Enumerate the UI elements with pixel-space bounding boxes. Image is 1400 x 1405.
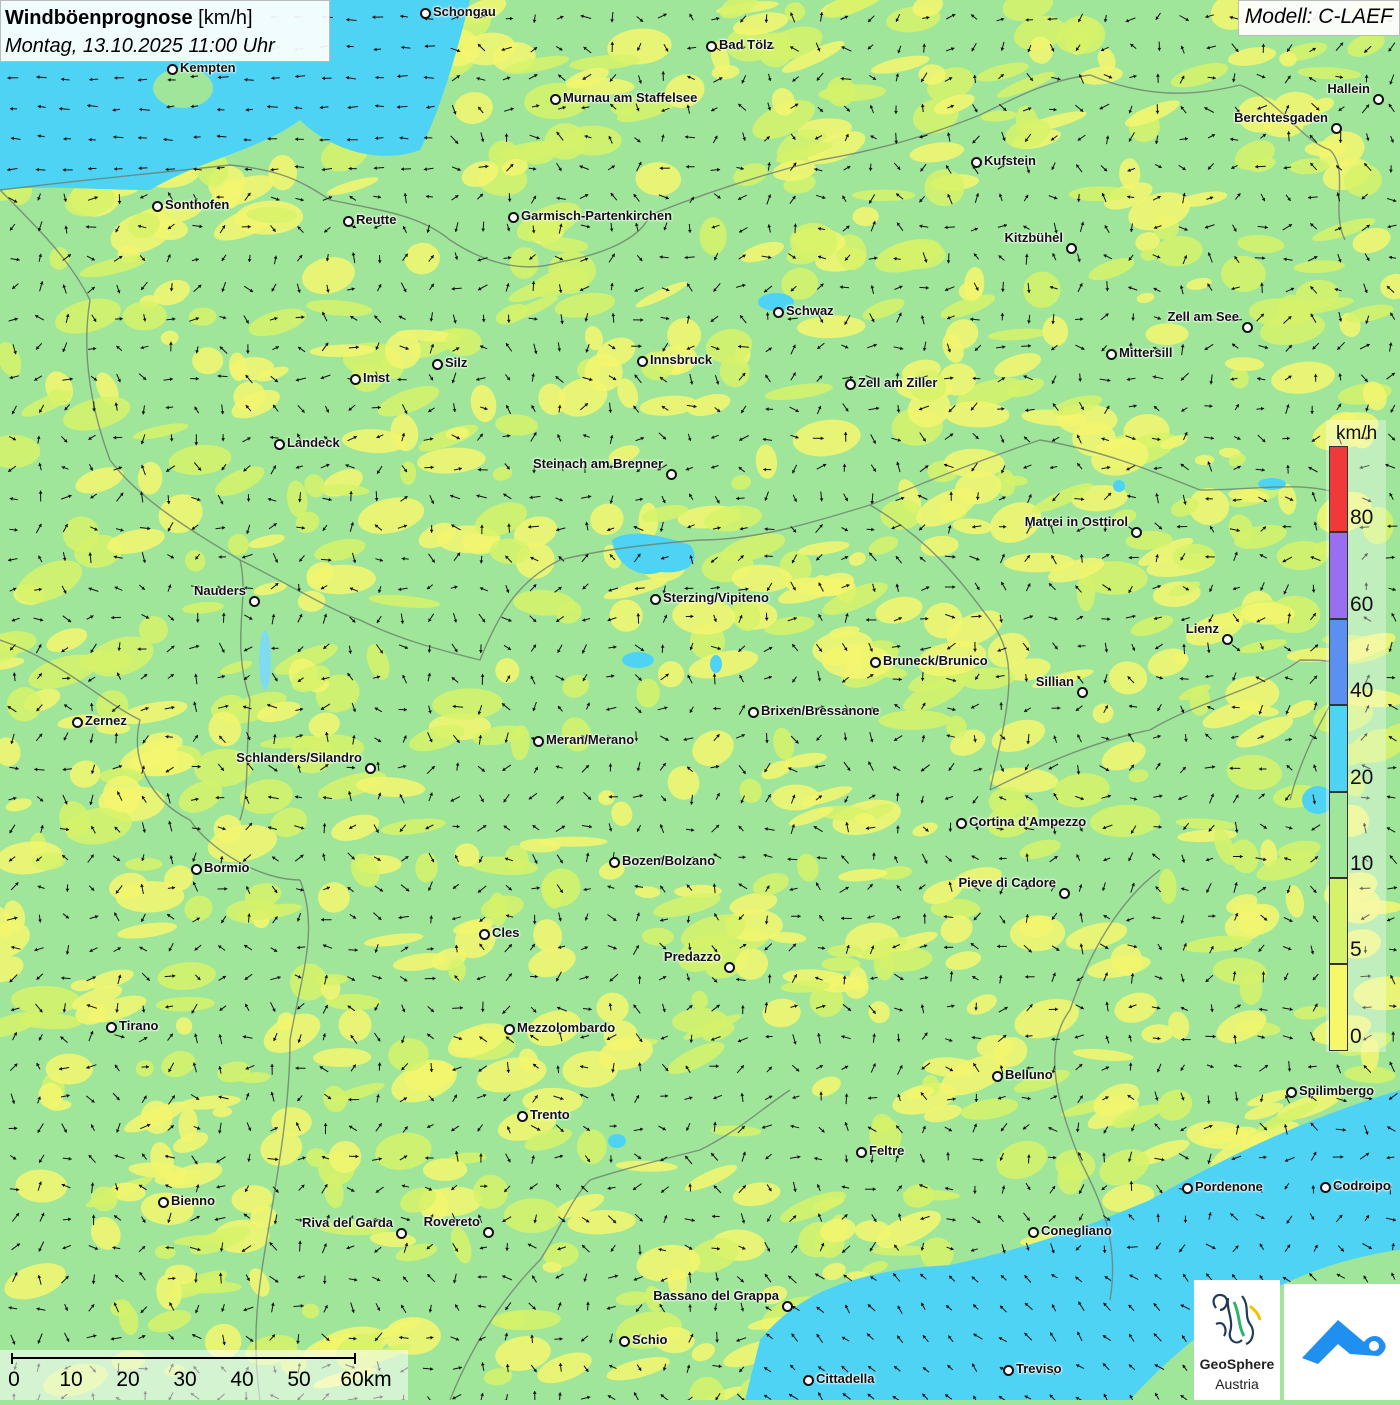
calm-wind-patch (318, 882, 350, 912)
calm-wind-patch (822, 957, 861, 971)
calm-wind-patch (49, 247, 69, 270)
calm-wind-patch (539, 837, 608, 847)
calm-wind-patch (852, 190, 916, 201)
calm-wind-patch (700, 217, 727, 255)
calm-wind-patch (46, 1054, 93, 1085)
calm-wind-patch (871, 1245, 930, 1255)
calm-wind-patch (918, 64, 945, 84)
calm-wind-patch (385, 332, 421, 369)
calm-wind-patch (400, 461, 416, 485)
calm-wind-patch (564, 126, 622, 156)
